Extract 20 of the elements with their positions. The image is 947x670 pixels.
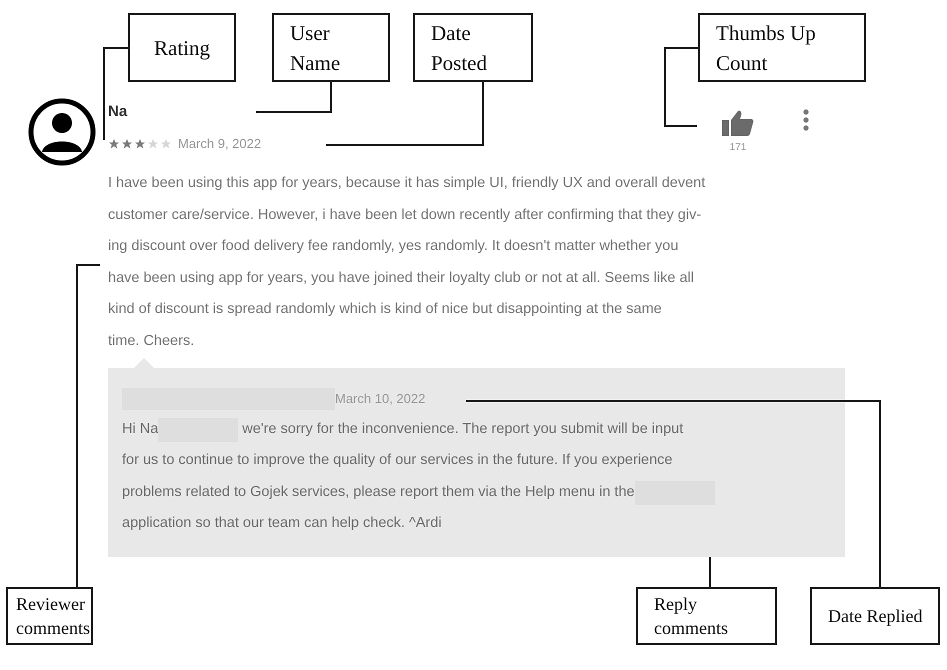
review-text: I have been using this app for years, because it has simple UI, friendly UX and overall devent customer care/service. However, i have been let down recently after confirming that they giv- ing discount over food delivery fee randomly, yes randomly. It doesn't matter whether you have been using app for years, you have joined their loyalty club or not at all. Seems like all kind of discount is spread randomly which is kind of nice but disappointing at the same time. Cheers.: [108, 174, 706, 350]
thumbs-up-count: 171: [730, 141, 746, 155]
reply-text: application so that our team can help check. ^Ardi: [122, 514, 442, 534]
callout-label: Rating: [128, 13, 236, 82]
callout-label: Reviewer comments: [6, 587, 93, 645]
callout-label: User Name: [272, 13, 390, 82]
avatar-icon: [28, 98, 96, 166]
reply-date: March 10, 2022: [335, 390, 426, 408]
callout-label: Reply comments: [636, 587, 777, 645]
user-name: Na: [108, 102, 128, 122]
callout-label: Date Replied: [810, 587, 940, 645]
reply-text: we're sorry for the inconvenience. The report you submit will be input: [241, 420, 684, 439]
thumbs-up-icon[interactable]: [722, 110, 754, 136]
reply-text: Hi Na: [122, 420, 158, 439]
post-date: March 9, 2022: [178, 135, 262, 153]
reply-text: for us to continue to improve the quality of our services in the future. If you experience: [122, 451, 672, 470]
reply-text: problems related to Gojek services, please report them via the Help menu in the: [122, 482, 635, 502]
callout-label: Thumbs Up Count: [698, 13, 866, 82]
callout-label: Date Posted: [413, 13, 533, 82]
more-options-icon[interactable]: [802, 109, 810, 131]
